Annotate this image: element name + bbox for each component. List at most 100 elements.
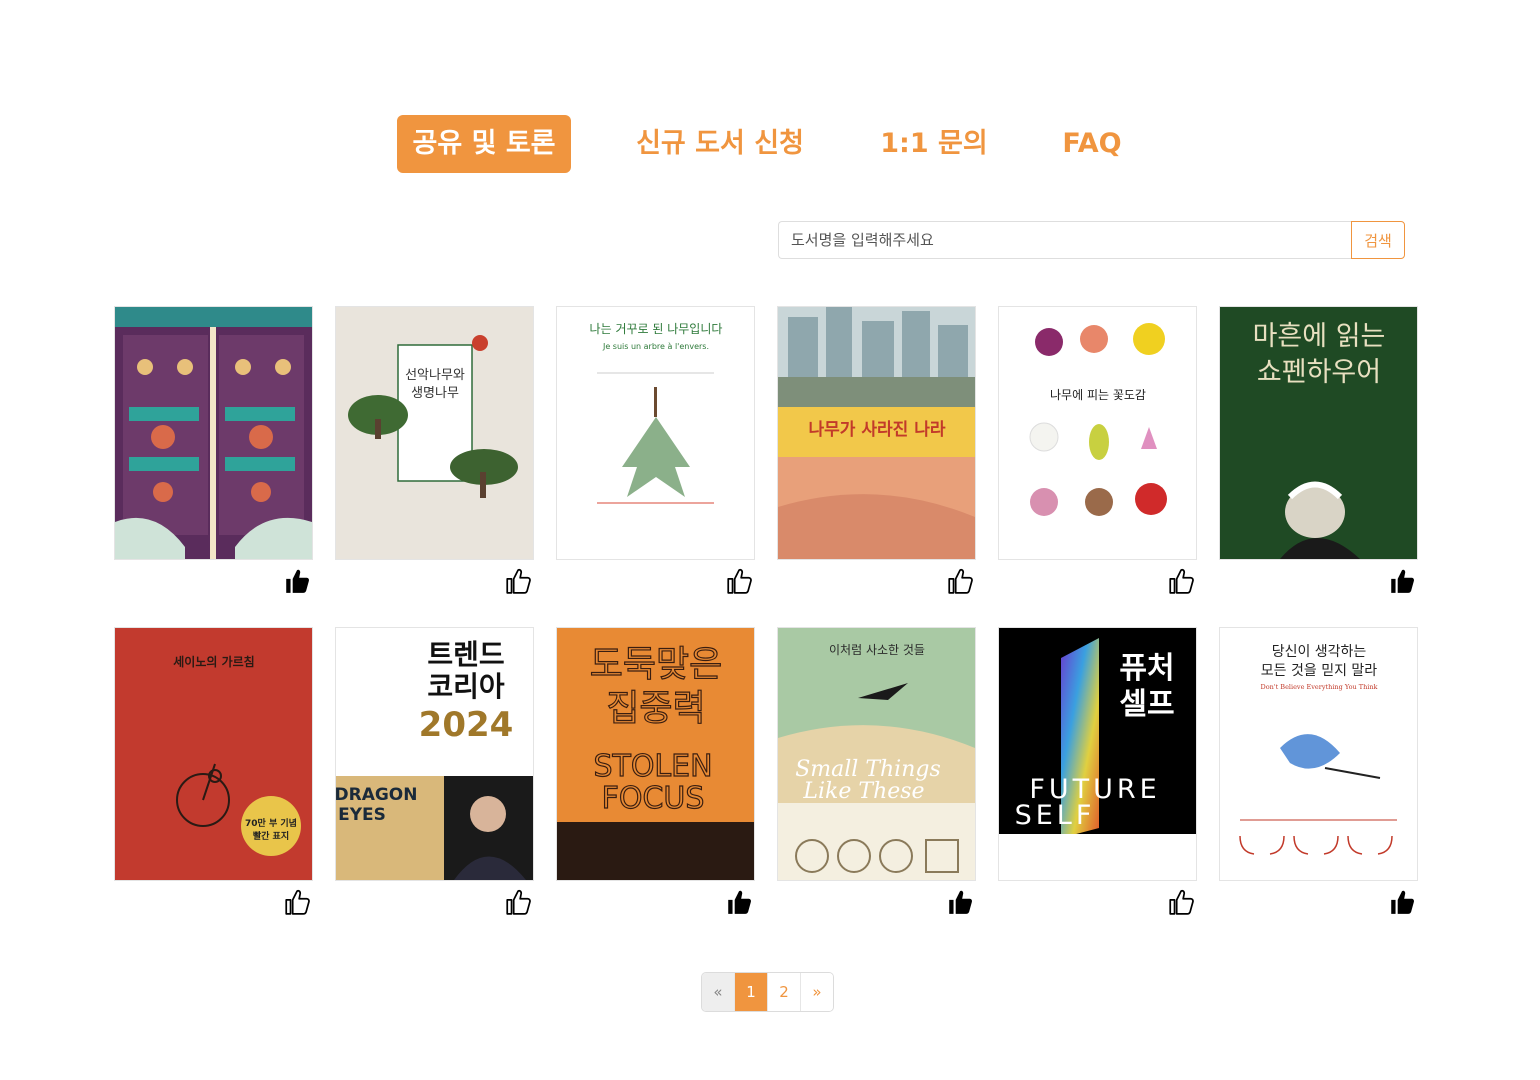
like-button-outline[interactable] [1168, 888, 1194, 916]
like-button-filled[interactable] [1389, 888, 1415, 916]
book-card: 세이노의 가르침 70만 부 기념 빨간 표지 [115, 628, 312, 918]
cover-title-en: STOLEN [593, 749, 712, 784]
book-card: 이처럼 사소한 것들 Small Things Like These [778, 628, 975, 918]
book-card: 나는 거꾸로 된 나무입니다 Je suis un arbre à l'enve… [557, 307, 754, 597]
cover-title: 트렌드 [427, 638, 504, 671]
book-cover-7[interactable]: 세이노의 가르침 70만 부 기념 빨간 표지 [115, 628, 312, 880]
cover-title: 퓨처 [1119, 651, 1174, 686]
book-cover-6[interactable]: 마흔에 읽는 쇼펜하우어 [1220, 307, 1417, 559]
book-cover-8[interactable]: 트렌드 코리아 2024 DRAGON EYES [336, 628, 533, 880]
book-cover-1[interactable] [115, 307, 312, 559]
pagination-next-button[interactable]: » [801, 973, 833, 1011]
cover-badge: 빨간 표지 [253, 830, 289, 842]
cover-title: 코리아 [427, 670, 505, 703]
thumbs-up-filled-icon [949, 890, 972, 914]
like-button-filled[interactable] [726, 888, 752, 916]
cover-title: 선악나무와 [405, 368, 465, 383]
cover-title: 이처럼 사소한 것들 [829, 643, 925, 657]
cover-title: 나는 거꾸로 된 나무입니다 [590, 322, 723, 336]
book-card: 도둑맞은 집중력 STOLEN FOCUS [557, 628, 754, 918]
cover-title: 나무가 사라진 나라 [809, 420, 946, 440]
book-cover-2[interactable]: 선악나무와 생명나무 [336, 307, 533, 559]
thumbs-up-outline-icon [506, 889, 531, 915]
cover-subtitle: EYES [338, 805, 386, 825]
cover-title-en: FOCUS [602, 781, 705, 816]
book-card: 당신이 생각하는 모든 것을 믿지 말라 Don't Believe Every… [1220, 628, 1417, 918]
book-card: 나무가 사라진 나라 [778, 307, 975, 597]
cover-title: 모든 것을 믿지 말라 [1261, 663, 1378, 679]
cover-year: 2024 [419, 705, 514, 745]
cover-art-illustrated-bookshelf [115, 307, 312, 559]
search-bar: 검색 [778, 221, 1405, 259]
like-button-outline[interactable] [505, 888, 531, 916]
cover-subtitle: Je suis un arbre à l'envers. [602, 342, 709, 351]
cover-art-trend-korea: 트렌드 코리아 2024 DRAGON EYES [336, 628, 533, 880]
book-cover-10[interactable]: 이처럼 사소한 것들 Small Things Like These [778, 628, 975, 880]
like-button-outline[interactable] [284, 888, 310, 916]
cover-art-ink-swirl: 당신이 생각하는 모든 것을 믿지 말라 Don't Believe Every… [1220, 628, 1417, 880]
cover-title: 쇼펜하우어 [1257, 357, 1381, 388]
like-button-filled[interactable] [1389, 567, 1415, 595]
thumbs-up-outline-icon [948, 568, 973, 594]
book-card: 선악나무와 생명나무 [336, 307, 533, 597]
cover-title: 마흔에 읽는 [1253, 321, 1386, 352]
like-button-outline[interactable] [505, 567, 531, 595]
book-cover-9[interactable]: 도둑맞은 집중력 STOLEN FOCUS [557, 628, 754, 880]
cover-art-city: 나무가 사라진 나라 [778, 307, 975, 559]
search-input[interactable] [778, 221, 1351, 259]
cover-title: 셀프 [1119, 687, 1174, 722]
like-button-filled[interactable] [284, 567, 310, 595]
cover-art-flowers: 나무에 피는 꽃도감 [999, 307, 1196, 559]
like-button-outline[interactable] [1168, 567, 1194, 595]
book-cover-11[interactable]: 퓨처 셀프 FUTURE SELF [999, 628, 1196, 880]
cover-title-en: SELF [1015, 800, 1096, 831]
cover-subtitle: DRAGON [336, 785, 418, 805]
book-card [115, 307, 312, 597]
tab-new-book-request[interactable]: 신규 도서 신청 [628, 115, 812, 173]
thumbs-up-outline-icon [285, 889, 310, 915]
pagination: « 1 2 » [701, 972, 834, 1012]
search-button[interactable]: 검색 [1351, 221, 1405, 259]
like-button-outline[interactable] [947, 567, 973, 595]
thumbs-up-outline-icon [727, 568, 752, 594]
cover-art-landscape: 이처럼 사소한 것들 Small Things Like These [778, 628, 975, 880]
like-button-outline[interactable] [726, 567, 752, 595]
like-button-filled[interactable] [947, 888, 973, 916]
book-cover-5[interactable]: 나무에 피는 꽃도감 [999, 307, 1196, 559]
book-cover-4[interactable]: 나무가 사라진 나라 [778, 307, 975, 559]
cover-title: 세이노의 가르침 [173, 654, 254, 669]
cover-art-portrait: 마흔에 읽는 쇼펜하우어 [1220, 307, 1417, 559]
pagination-page-1[interactable]: 1 [735, 973, 768, 1011]
cover-title: 당신이 생각하는 [1272, 644, 1367, 660]
thumbs-up-filled-icon [728, 890, 751, 914]
cover-art-two-trees: 선악나무와 생명나무 [336, 307, 533, 559]
cover-art-upside-tree: 나는 거꾸로 된 나무입니다 Je suis un arbre à l'enve… [557, 307, 754, 559]
thumbs-up-outline-icon [506, 568, 531, 594]
thumbs-up-filled-icon [1391, 890, 1414, 914]
tab-faq[interactable]: FAQ [1056, 115, 1128, 173]
cover-title: 생명나무 [411, 386, 459, 401]
thumbs-up-outline-icon [1169, 568, 1194, 594]
cover-title-en: Like These [802, 779, 924, 804]
book-card: 퓨처 셀프 FUTURE SELF [999, 628, 1196, 918]
tab-inquiry[interactable]: 1:1 문의 [876, 115, 992, 173]
book-card: 나무에 피는 꽃도감 [999, 307, 1196, 597]
book-card: 트렌드 코리아 2024 DRAGON EYES [336, 628, 533, 918]
tab-share-discussion[interactable]: 공유 및 토론 [397, 115, 571, 173]
cover-badge: 70만 부 기념 [245, 817, 297, 829]
cover-art-future-self: 퓨처 셀프 FUTURE SELF [999, 628, 1196, 880]
cover-art-bicycle: 세이노의 가르침 70만 부 기념 빨간 표지 [115, 628, 312, 880]
cover-title: 집중력 [606, 688, 705, 729]
cover-subtitle: Don't Believe Everything You Think [1261, 683, 1378, 691]
cover-title: 나무에 피는 꽃도감 [1050, 388, 1146, 402]
book-cover-12[interactable]: 당신이 생각하는 모든 것을 믿지 말라 Don't Believe Every… [1220, 628, 1417, 880]
cover-art-stolen-focus: 도둑맞은 집중력 STOLEN FOCUS [557, 628, 754, 880]
book-card: 마흔에 읽는 쇼펜하우어 [1220, 307, 1417, 597]
pagination-prev-button[interactable]: « [702, 973, 735, 1011]
pagination-page-2[interactable]: 2 [768, 973, 801, 1011]
cover-title: 도둑맞은 [590, 644, 722, 685]
thumbs-up-filled-icon [286, 569, 309, 593]
book-cover-3[interactable]: 나는 거꾸로 된 나무입니다 Je suis un arbre à l'enve… [557, 307, 754, 559]
board-tabs: 공유 및 토론 신규 도서 신청 1:1 문의 FAQ [0, 115, 1540, 173]
thumbs-up-outline-icon [1169, 889, 1194, 915]
